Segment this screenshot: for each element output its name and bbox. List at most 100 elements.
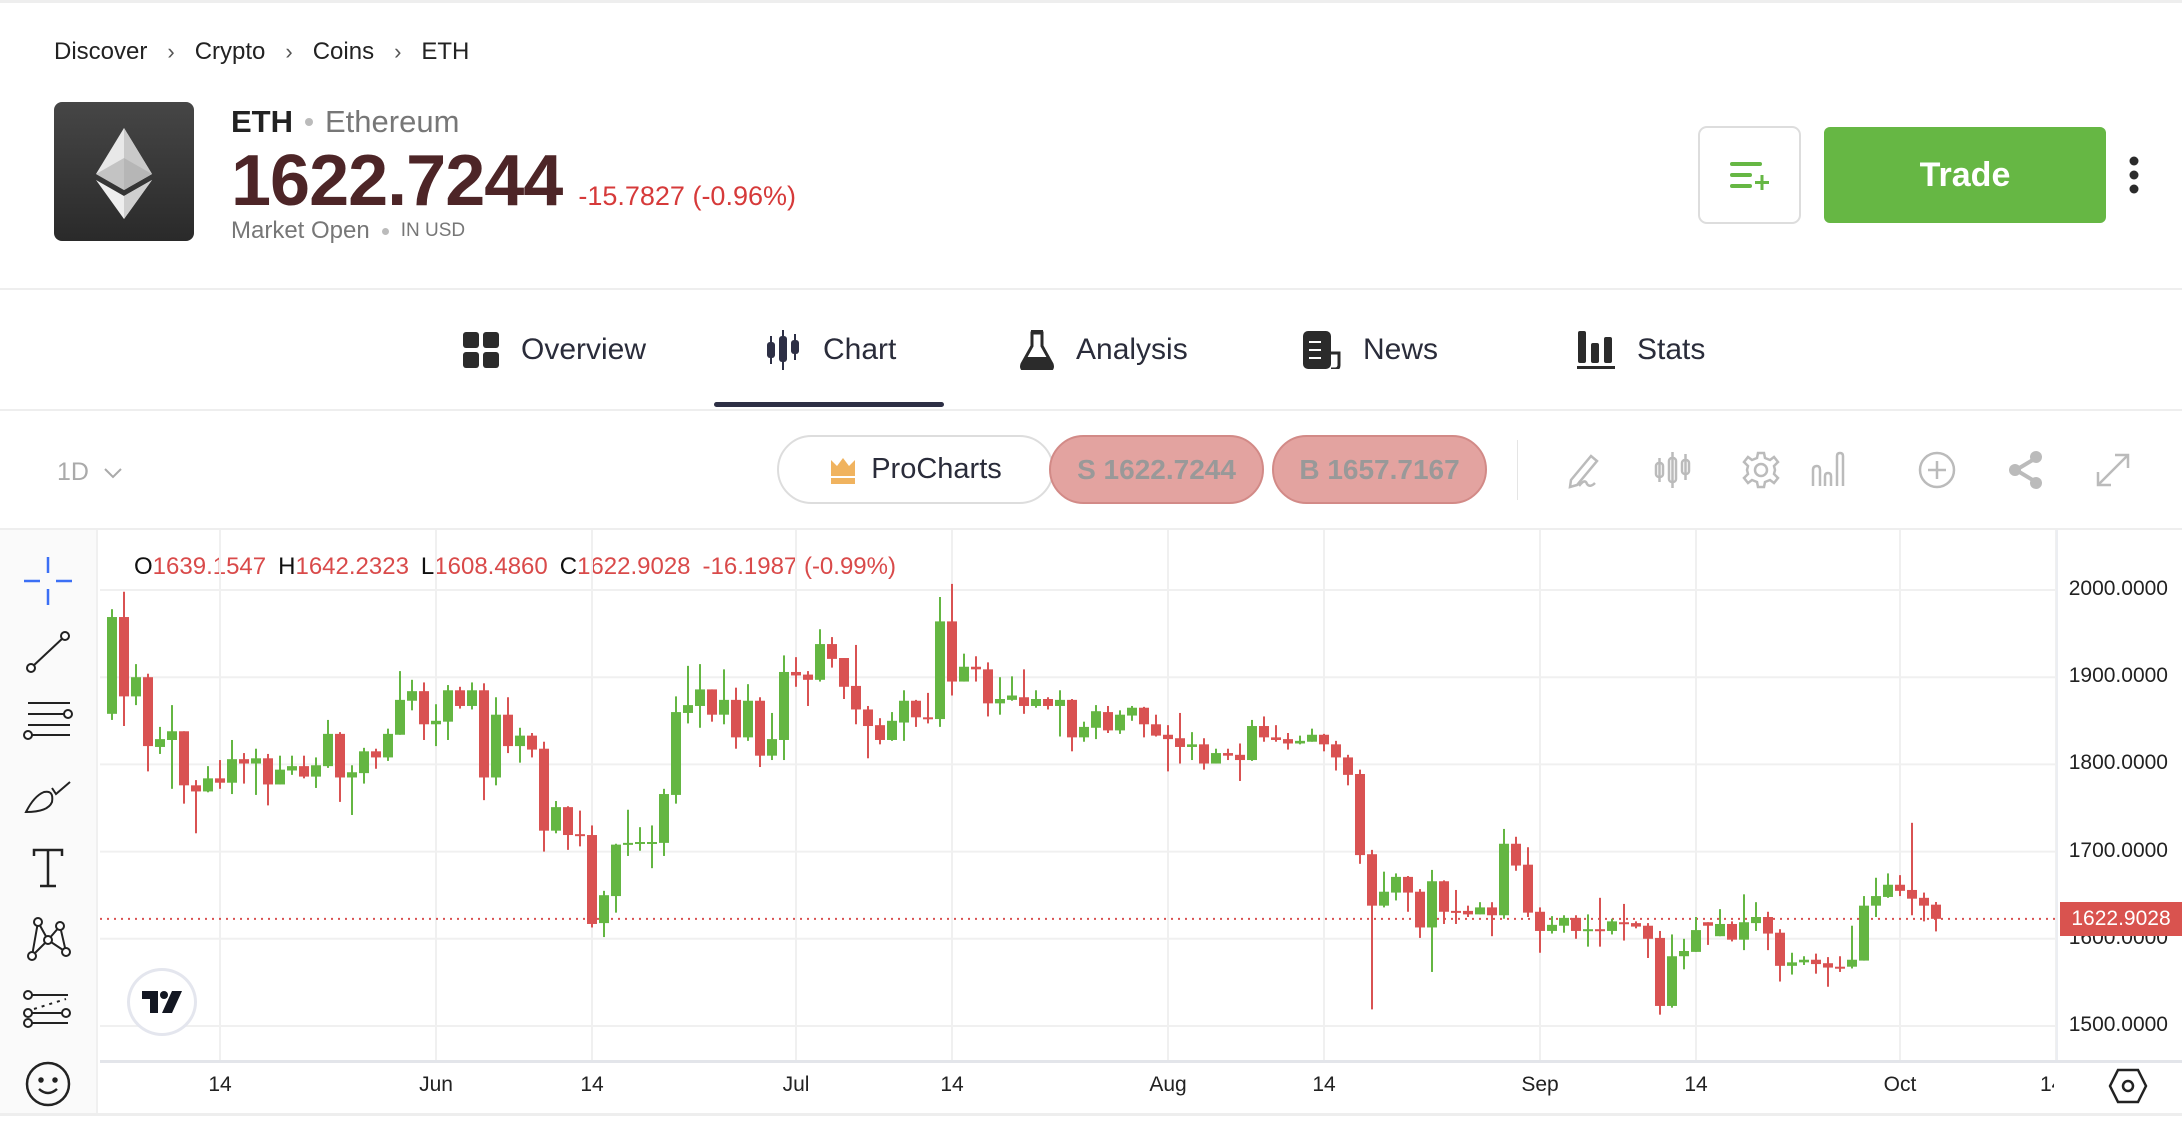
chart-type-icon[interactable] [1651, 448, 1695, 492]
tab-analysis[interactable]: Analysis [1020, 325, 1188, 375]
candle-body [623, 842, 633, 845]
active-tab-indicator [714, 402, 944, 407]
flask-icon [1020, 330, 1054, 370]
share-icon[interactable] [2004, 448, 2048, 492]
candle-body [1931, 904, 1941, 919]
candle-body [1019, 697, 1029, 706]
candle-body [1127, 707, 1137, 716]
candle-body [1163, 734, 1173, 740]
tradingview-logo-icon[interactable] [127, 968, 197, 1036]
fib-retracement-icon[interactable] [22, 695, 74, 747]
indicators-icon[interactable] [1808, 448, 1852, 492]
time-tick-label: Oct [1883, 1073, 1917, 1096]
candle-body [407, 691, 417, 701]
candle-body [1547, 924, 1557, 931]
sell-button[interactable]: S 1622.7244 [1049, 435, 1264, 504]
settings-icon[interactable] [1739, 448, 1783, 492]
candle-body [395, 699, 405, 735]
candle-body [863, 709, 873, 727]
candle-body [935, 621, 945, 720]
timeframe-select[interactable]: 1D [57, 458, 123, 487]
buy-button[interactable]: B 1657.7167 [1272, 435, 1487, 504]
candle-body [1631, 923, 1641, 927]
candle-body [611, 844, 621, 897]
kebab-icon[interactable] [2125, 155, 2143, 195]
candle-body [1487, 907, 1497, 916]
procharts-button[interactable]: ProCharts [777, 435, 1054, 504]
candle-body [1607, 921, 1617, 931]
current-price-label: 1622.9028 [2060, 901, 2182, 936]
candle-body [203, 778, 213, 792]
breadcrumb-coins[interactable]: Coins [313, 38, 374, 66]
candle-body [1055, 699, 1065, 706]
current-price: 1622.7244 [231, 141, 563, 221]
forecast-icon[interactable] [22, 985, 74, 1037]
emoji-icon[interactable] [22, 1058, 74, 1110]
candle-body [1367, 854, 1377, 906]
chevron-right-icon: › [285, 39, 293, 64]
pattern-icon[interactable] [22, 912, 74, 964]
tab-overview[interactable]: Overview [463, 325, 646, 375]
candle-body [1115, 714, 1125, 731]
candle-body [731, 699, 741, 738]
candle-body [647, 842, 657, 845]
add-to-watchlist-button[interactable] [1698, 126, 1801, 224]
candle-body [671, 712, 681, 795]
breadcrumb-crypto[interactable]: Crypto [195, 38, 266, 66]
candle-body [1763, 917, 1773, 934]
candle-body [1151, 724, 1161, 736]
time-tick-label: 14 [1312, 1073, 1336, 1096]
candle-body [947, 621, 957, 682]
candle-body [1415, 891, 1425, 928]
trend-line-icon[interactable] [22, 625, 74, 677]
fullscreen-icon[interactable] [2091, 448, 2135, 492]
time-tick-label: Sep [1521, 1073, 1559, 1096]
candle-body [455, 690, 465, 706]
tab-news[interactable]: News [1303, 325, 1438, 375]
candle-body [191, 785, 201, 792]
candle-body [443, 690, 453, 722]
candle-body [419, 691, 429, 725]
candle-body [755, 700, 765, 756]
candlestick-chart[interactable] [100, 530, 2057, 1060]
text-icon[interactable] [22, 842, 74, 894]
ethereum-logo-icon [54, 102, 194, 241]
candle-body [275, 769, 285, 785]
candle-body [1667, 956, 1677, 1006]
tab-chart[interactable]: Chart [765, 325, 896, 375]
instrument-title: ETH Ethereum [231, 104, 459, 140]
chevron-right-icon: › [394, 39, 402, 64]
crosshair-icon[interactable] [22, 555, 74, 607]
tab-stats[interactable]: Stats [1577, 325, 1705, 375]
add-to-list-icon [1729, 162, 1769, 190]
price-change: -15.7827 (-0.96%) [578, 181, 796, 211]
candle-body [299, 766, 309, 777]
candle-body [1535, 911, 1545, 931]
candle-body [959, 666, 969, 682]
candle-body [1907, 889, 1917, 899]
time-axis-border [100, 1060, 2182, 1063]
candle-body [1427, 881, 1437, 928]
time-tick-label: 14 [940, 1073, 964, 1096]
candle-body [143, 677, 153, 747]
draw-icon[interactable] [1563, 448, 1607, 492]
bar-chart-icon [1577, 331, 1615, 369]
candle-body [1091, 711, 1101, 728]
candle-body [1583, 929, 1593, 932]
time-tick-label: 14 [208, 1073, 232, 1096]
add-icon[interactable] [1915, 448, 1959, 492]
candle-body [1355, 773, 1365, 856]
candle-body [743, 700, 753, 738]
candle-body [371, 751, 381, 758]
price-tick-label: 2000.0000 [2068, 577, 2168, 600]
brush-icon[interactable] [22, 770, 74, 822]
candle-body [287, 766, 297, 771]
candle-body [1235, 754, 1245, 761]
candle-body [575, 834, 585, 837]
trade-button[interactable]: Trade [1824, 127, 2106, 223]
candle-body [791, 671, 801, 676]
breadcrumb-discover[interactable]: Discover [54, 38, 147, 66]
chart-settings-icon[interactable] [2108, 1068, 2148, 1109]
candle-body [599, 895, 609, 924]
candle-body [1919, 897, 1929, 906]
